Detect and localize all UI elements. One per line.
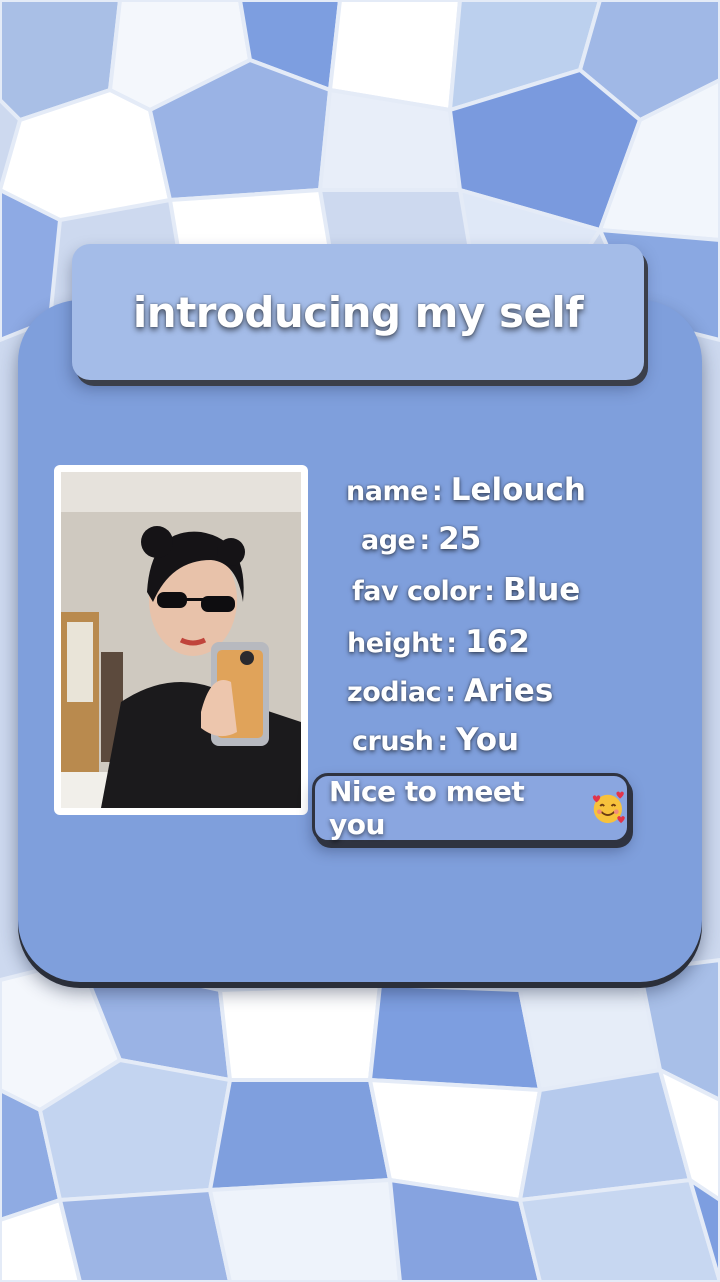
info-value: 25 <box>438 521 482 557</box>
profile-photo-frame <box>54 465 308 815</box>
info-row-name: name : Lelouch <box>346 472 586 508</box>
info-row-age: age : 25 <box>361 521 481 557</box>
greeting-text: Nice to meet you <box>329 775 525 841</box>
info-value: 162 <box>465 624 530 660</box>
profile-photo <box>61 472 301 808</box>
info-separator: : <box>484 576 495 607</box>
page-title: introducing my self <box>132 287 584 337</box>
info-label: age <box>361 525 416 556</box>
info-label: name <box>346 476 428 507</box>
info-row-crush: crush : You <box>352 722 519 758</box>
info-value: Aries <box>463 673 554 709</box>
info-value: You <box>456 722 520 758</box>
info-label: crush <box>352 726 434 757</box>
info-label: zodiac <box>347 677 442 708</box>
info-value: Blue <box>502 572 581 608</box>
info-row-fav-color: fav color : Blue <box>352 572 580 608</box>
info-separator: : <box>446 628 458 659</box>
info-separator: : <box>431 476 443 507</box>
greeting-box: Nice to meet you <box>312 773 630 843</box>
info-separator: : <box>437 726 449 757</box>
smiling-face-with-hearts-icon <box>593 791 626 824</box>
info-separator: : <box>445 677 456 708</box>
info-label: height <box>347 628 443 659</box>
info-row-zodiac: zodiac : Aries <box>347 673 553 709</box>
info-row-height: height : 162 <box>347 624 530 660</box>
title-banner: introducing my self <box>72 244 644 380</box>
info-separator: : <box>419 525 431 556</box>
info-value: Lelouch <box>450 472 586 508</box>
info-label: fav color <box>352 576 481 607</box>
